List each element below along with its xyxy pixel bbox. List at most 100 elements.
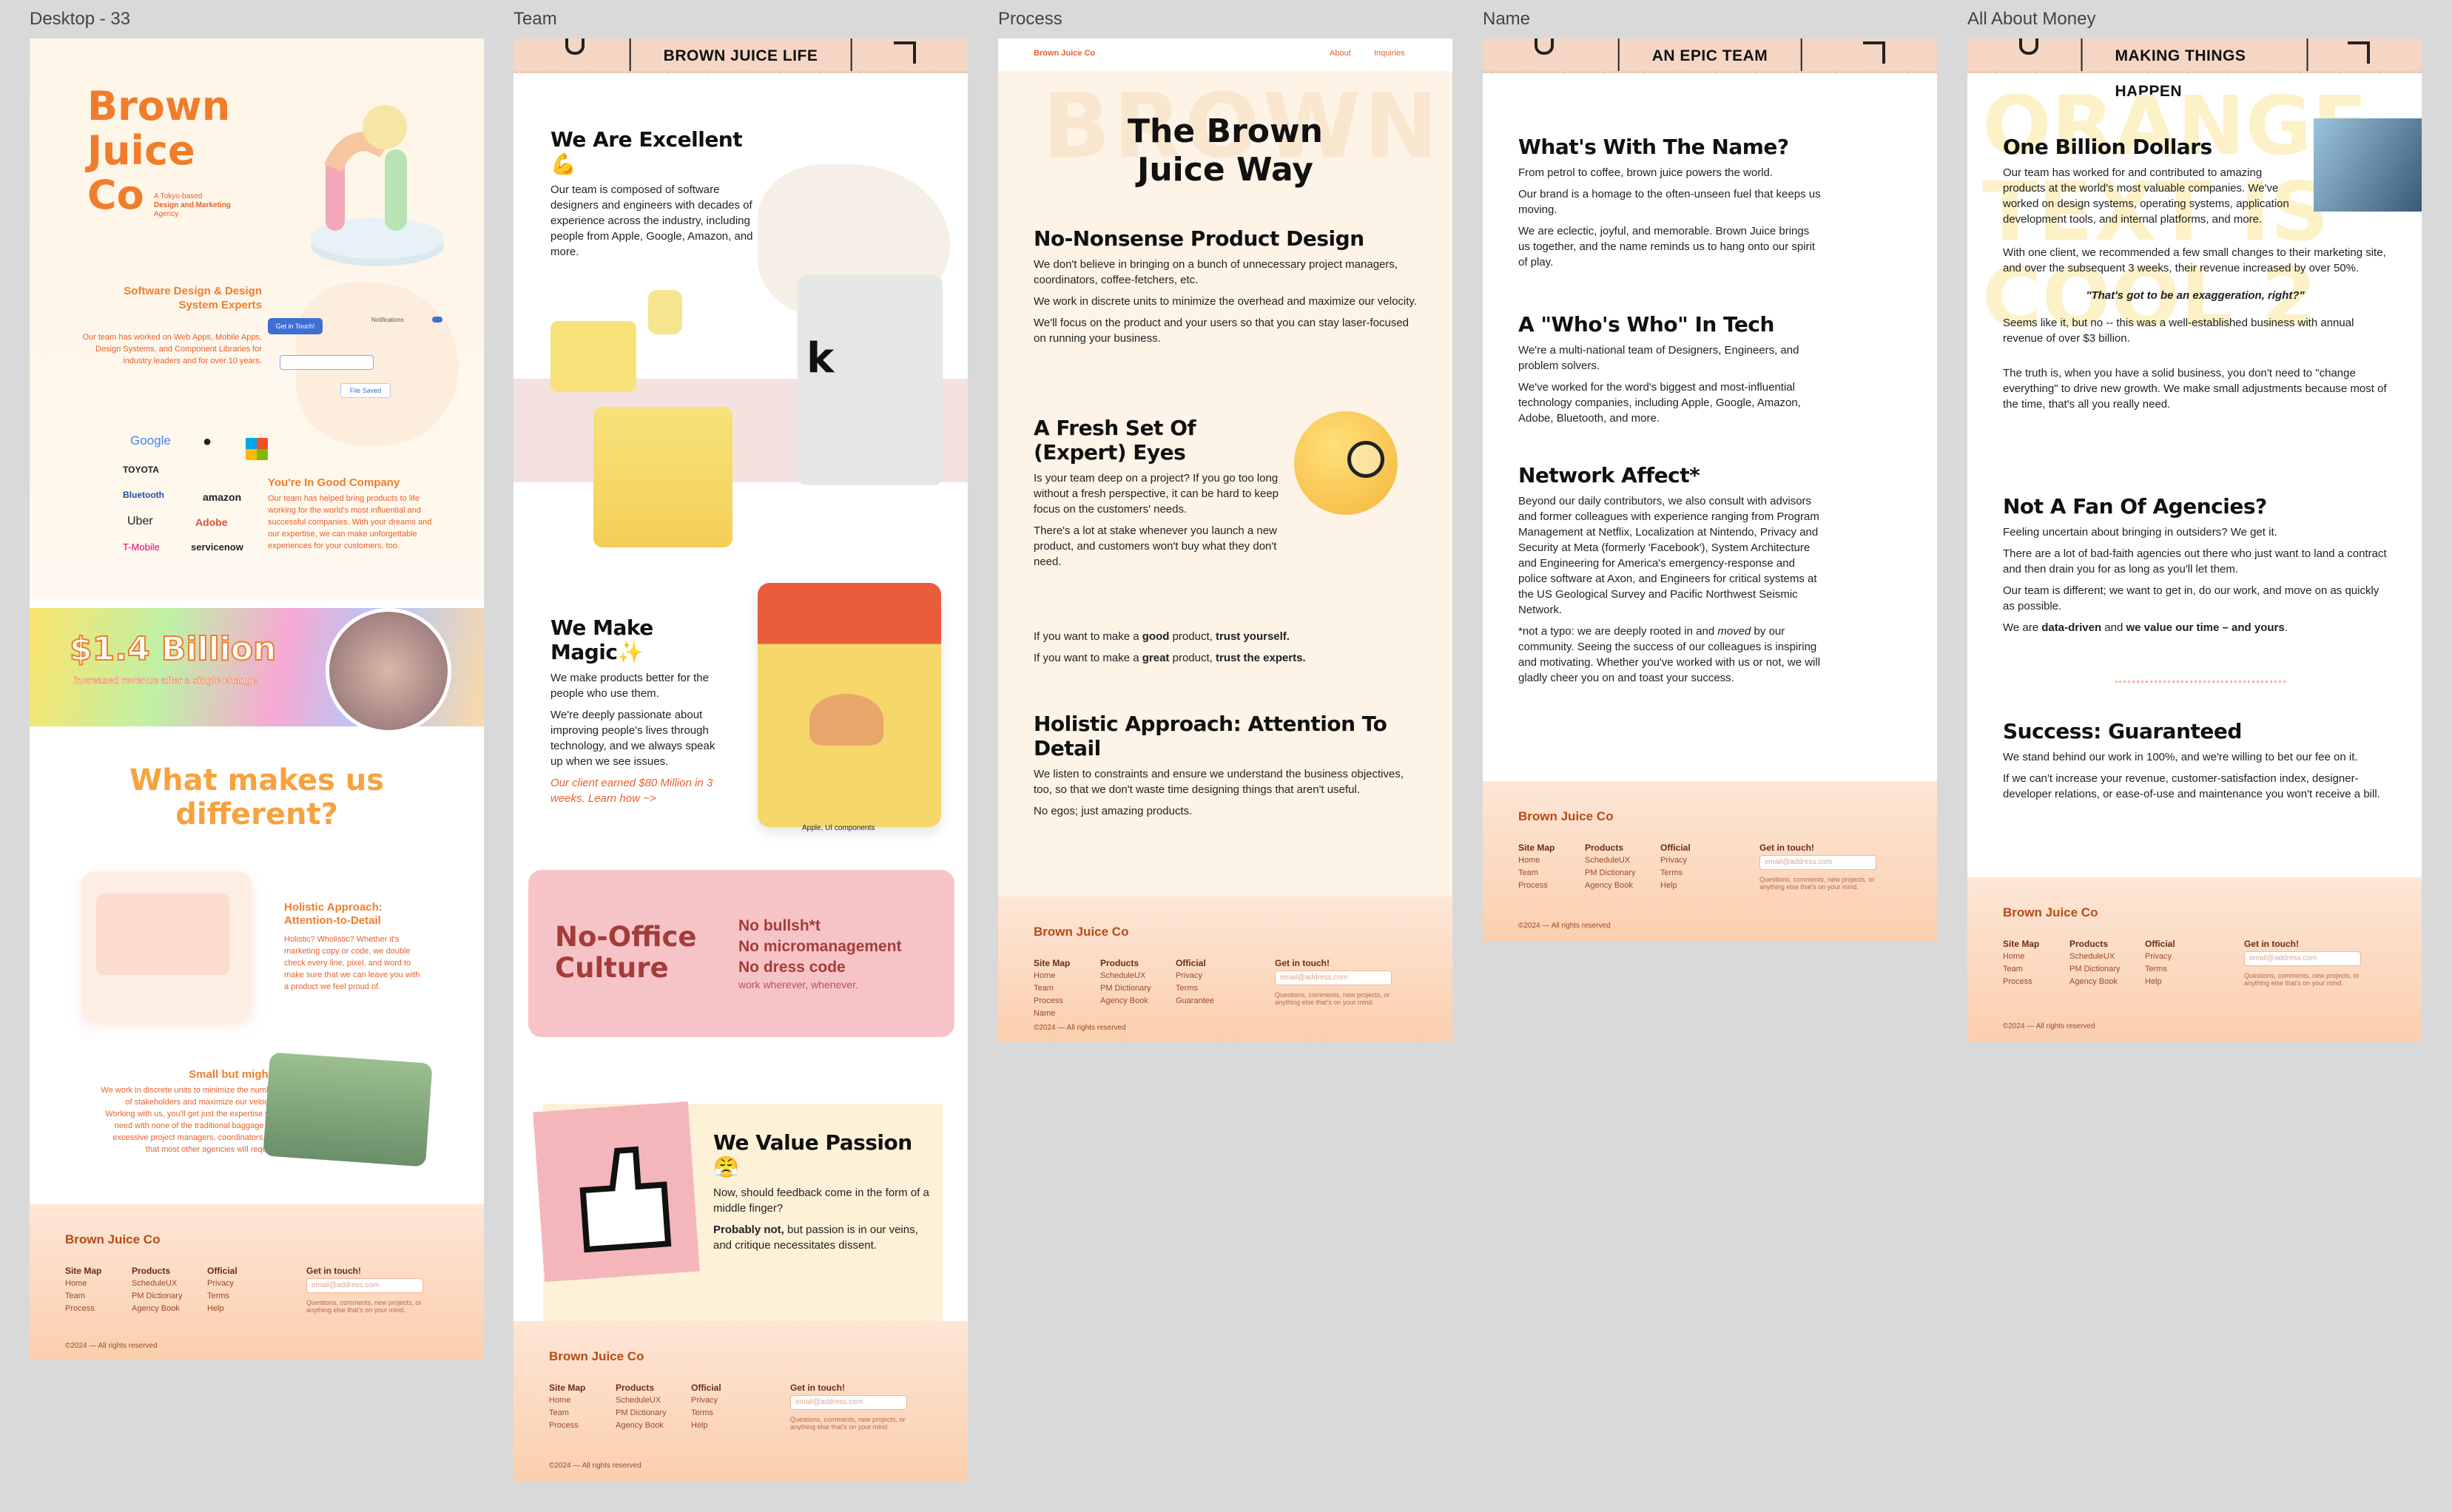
name-frame: AN EPIC TEAM What's With The Name? From …	[1483, 38, 1937, 941]
footer-link-privacy[interactable]: Privacy	[2145, 951, 2175, 963]
toggle-switch[interactable]	[432, 317, 442, 323]
ui-text-input[interactable]	[280, 355, 374, 370]
footer-link-privacy[interactable]: Privacy	[1660, 854, 1691, 867]
chair-photo: k	[798, 275, 943, 485]
contact-note: Questions, comments, new projects, or an…	[1275, 991, 1390, 1006]
sitemap-heading: Site Map	[2003, 939, 2040, 949]
magic-case-study-link[interactable]: Our client earned $80 Million in 3 weeks…	[550, 775, 728, 806]
footer-link-process[interactable]: Process	[65, 1303, 101, 1315]
footer-link-process[interactable]: Process	[1518, 880, 1555, 892]
logo-line: Juice	[87, 127, 195, 174]
nav-brand[interactable]: Brown Juice Co	[1034, 49, 1095, 58]
footer-link-pm-dictionary[interactable]: PM Dictionary	[1585, 867, 1635, 880]
footer-link-terms[interactable]: Terms	[1176, 982, 1214, 995]
sitemap-heading: Site Map	[65, 1266, 102, 1276]
services-text: Our team has worked on Web Apps, Mobile …	[82, 333, 262, 365]
footer-link-home[interactable]: Home	[2003, 951, 2039, 963]
footer-link-pm-dictionary[interactable]: PM Dictionary	[132, 1290, 182, 1303]
footer-link-agency-book[interactable]: Agency Book	[616, 1420, 666, 1432]
footer-link-help[interactable]: Help	[691, 1420, 721, 1432]
site-footer: Brown Juice Co Site Map Home Team Process P…	[1483, 781, 1937, 941]
footer-email-input[interactable]: email@address.com	[1759, 855, 1876, 870]
footer-link-home[interactable]: Home	[1518, 854, 1555, 867]
name-s3-p1: Beyond our daily contributors, we also c…	[1518, 495, 1819, 616]
nav-about[interactable]: About	[1330, 49, 1351, 58]
s1-title: No-Nonsense Product Design	[1034, 226, 1364, 251]
frame-label-process[interactable]: Process	[998, 9, 1062, 30]
footer-link-scheduleux[interactable]: ScheduleUX	[1585, 854, 1635, 867]
frame-label-desktop[interactable]: Desktop - 33	[30, 9, 130, 30]
frame-label-name[interactable]: Name	[1483, 9, 1530, 30]
s2-line-bold: great	[1142, 652, 1170, 664]
chair-letter: k	[806, 334, 835, 382]
copyright: ©2024 — All rights reserved	[549, 1462, 641, 1470]
footer-link-name[interactable]: Name	[1034, 1008, 1070, 1020]
footer-link-team[interactable]: Team	[1518, 867, 1555, 880]
official-heading: Official	[207, 1266, 238, 1276]
footer-link-privacy[interactable]: Privacy	[691, 1394, 721, 1407]
holistic-title-line: Holistic Approach:	[284, 901, 383, 914]
s3-p2: No egos; just amazing products.	[1034, 805, 1193, 817]
footer-brand[interactable]: Brown Juice Co	[65, 1232, 160, 1247]
footer-link-scheduleux[interactable]: ScheduleUX	[1100, 970, 1151, 982]
footer-products: Products ScheduleUX PM Dictionary Agency Bo…	[1100, 957, 1151, 1008]
get-in-touch-button[interactable]: Get in Touch!	[268, 318, 323, 334]
frame-label-team[interactable]: Team	[513, 9, 557, 30]
footer-link-agency-book[interactable]: Agency Book	[1100, 995, 1151, 1008]
footer-link-guarantee[interactable]: Guarantee	[1176, 995, 1214, 1008]
footer-link-team[interactable]: Team	[65, 1290, 101, 1303]
footer-link-team[interactable]: Team	[2003, 963, 2039, 976]
diff-title-line: different?	[175, 797, 338, 831]
money-s3-title: Success: Guaranteed	[2003, 719, 2242, 743]
footer-link-process[interactable]: Process	[549, 1420, 585, 1432]
footer-link-agency-book[interactable]: Agency Book	[132, 1303, 182, 1315]
site-footer: Brown Juice Co Site Map Home Team Process Na…	[998, 897, 1452, 1042]
footer-brand[interactable]: Brown Juice Co	[1034, 925, 1128, 939]
nav-inquiries[interactable]: Inquiries	[1374, 49, 1405, 58]
products-heading: Products	[1585, 843, 1624, 853]
footer-link-help[interactable]: Help	[207, 1303, 238, 1315]
footer-link-process[interactable]: Process	[1034, 995, 1070, 1008]
footer-link-help[interactable]: Help	[2145, 976, 2175, 988]
footer-email-input[interactable]: email@address.com	[2244, 951, 2361, 966]
s2-line-bold: trust yourself.	[1215, 630, 1290, 643]
footer-link-terms[interactable]: Terms	[691, 1407, 721, 1420]
footer-brand[interactable]: Brown Juice Co	[549, 1349, 644, 1364]
footer-link-scheduleux[interactable]: ScheduleUX	[132, 1278, 182, 1290]
tagline-line: Agency	[154, 210, 179, 218]
footer-link-help[interactable]: Help	[1660, 880, 1691, 892]
footer-link-home[interactable]: Home	[549, 1394, 585, 1407]
footer-link-home[interactable]: Home	[65, 1278, 101, 1290]
frame-label-money[interactable]: All About Money	[1967, 9, 2095, 30]
footer-link-privacy[interactable]: Privacy	[207, 1278, 238, 1290]
footer-link-pm-dictionary[interactable]: PM Dictionary	[616, 1407, 666, 1420]
footer-brand[interactable]: Brown Juice Co	[2003, 905, 2098, 920]
monocle-lens	[1347, 441, 1384, 478]
footer-email-input[interactable]: email@address.com	[1275, 971, 1392, 985]
footer-link-terms[interactable]: Terms	[2145, 963, 2175, 976]
contact-note: Questions, comments, new projects, or an…	[790, 1416, 906, 1431]
footer-link-agency-book[interactable]: Agency Book	[2069, 976, 2120, 988]
official-heading: Official	[2145, 939, 2175, 949]
footer-link-process[interactable]: Process	[2003, 976, 2039, 988]
footer-link-home[interactable]: Home	[1034, 970, 1070, 982]
footer-link-scheduleux[interactable]: ScheduleUX	[616, 1394, 666, 1407]
footer-email-input[interactable]: email@address.com	[790, 1395, 907, 1410]
footer-link-pm-dictionary[interactable]: PM Dictionary	[1100, 982, 1151, 995]
footer-email-input[interactable]: email@address.com	[306, 1278, 423, 1293]
footer-link-terms[interactable]: Terms	[207, 1290, 238, 1303]
footer-brand[interactable]: Brown Juice Co	[1518, 809, 1613, 824]
billion-banner: $1.4 Billion increased revenue after a s…	[30, 608, 484, 734]
money-s2-p2: There are a lot of bad-faith agencies ou…	[2003, 547, 2387, 576]
file-saved-badge[interactable]: File Saved	[340, 383, 391, 398]
footer-link-scheduleux[interactable]: ScheduleUX	[2069, 951, 2120, 963]
footer-link-team[interactable]: Team	[549, 1407, 585, 1420]
footer-link-team[interactable]: Team	[1034, 982, 1070, 995]
copyright: ©2024 — All rights reserved	[65, 1342, 158, 1350]
footer-link-terms[interactable]: Terms	[1660, 867, 1691, 880]
footer-link-pm-dictionary[interactable]: PM Dictionary	[2069, 963, 2120, 976]
footer-link-agency-book[interactable]: Agency Book	[1585, 880, 1635, 892]
footer-link-privacy[interactable]: Privacy	[1176, 970, 1214, 982]
s2-p2: There's a lot at stake whenever you laun…	[1034, 524, 1277, 568]
money-s2-text: and	[2101, 621, 2126, 634]
